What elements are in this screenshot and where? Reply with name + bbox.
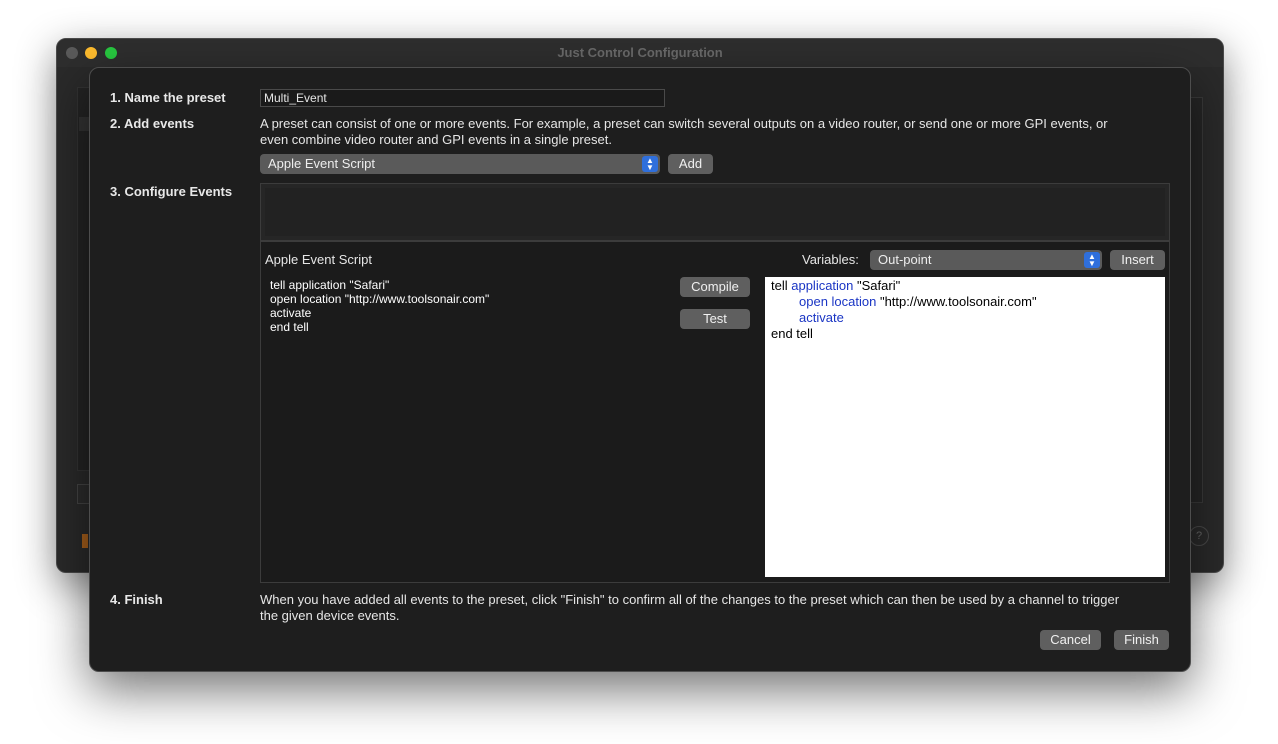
preset-sheet: 1. Name the preset Multi_Event 2. Add ev…	[89, 67, 1191, 672]
compiled-line: activate	[799, 310, 844, 325]
compile-button[interactable]: Compile	[680, 277, 750, 297]
event-config-panel: Apple Event Script Variables: Out-point …	[260, 241, 1170, 583]
step3-label: 3. Configure Events	[110, 184, 233, 199]
step2-label: 2. Add events	[110, 116, 195, 131]
test-button[interactable]: Test	[680, 309, 750, 329]
script-source-line: activate	[270, 306, 312, 320]
step4-label: 4. Finish	[110, 592, 163, 607]
script-source-editor[interactable]: tell application "Safari" open location "…	[270, 278, 489, 334]
help-icon[interactable]: ?	[1189, 526, 1209, 546]
compiled-line: end tell	[771, 326, 813, 341]
cancel-button[interactable]: Cancel	[1040, 630, 1101, 650]
event-list-content	[265, 188, 1165, 236]
preset-name-field[interactable]: Multi_Event	[260, 89, 665, 107]
compiled-line: tell application "Safari"	[771, 278, 901, 293]
compiled-line: open location "http://www.toolsonair.com…	[799, 294, 1037, 309]
event-list[interactable]	[260, 183, 1170, 241]
step2-description-line2: even combine video router and GPI events…	[260, 132, 612, 147]
window-title: Just Control Configuration	[557, 45, 723, 60]
variables-select-value: Out-point	[878, 252, 932, 267]
background-status-marker	[82, 534, 88, 548]
step1-label: 1. Name the preset	[110, 90, 226, 105]
chevron-up-down-icon: ▲ ▼	[1084, 252, 1100, 268]
compiled-script-view[interactable]: tell application "Safari" open location …	[765, 277, 1165, 577]
event-type-select-value: Apple Event Script	[268, 156, 375, 171]
step2-description-line1: A preset can consist of one or more even…	[260, 116, 1108, 131]
insert-variable-button[interactable]: Insert	[1110, 250, 1165, 270]
config-panel-title: Apple Event Script	[265, 252, 372, 267]
step4-description-line1: When you have added all events to the pr…	[260, 592, 1120, 607]
finish-button[interactable]: Finish	[1114, 630, 1169, 650]
chevron-up-down-icon: ▲ ▼	[642, 156, 658, 172]
add-event-button[interactable]: Add	[668, 154, 713, 174]
title-bar: Just Control Configuration	[57, 39, 1223, 67]
variables-select[interactable]: Out-point ▲ ▼	[870, 250, 1102, 270]
script-source-line: open location "http://www.toolsonair.com…	[270, 292, 490, 306]
event-type-select[interactable]: Apple Event Script ▲ ▼	[260, 154, 660, 174]
script-source-line: end tell	[270, 320, 309, 334]
variables-label: Variables:	[802, 252, 859, 267]
step4-description-line2: the given device events.	[260, 608, 400, 623]
script-source-line: tell application "Safari"	[270, 278, 390, 292]
background-panel	[1189, 97, 1203, 503]
